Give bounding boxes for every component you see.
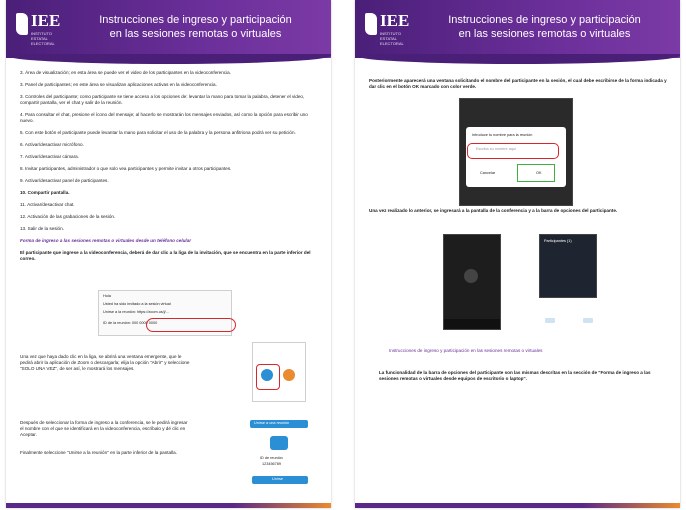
item-4: 4. Para consultar el chat, presione el í… xyxy=(20,112,308,123)
email-line: Usted ha sido invitado a la sesión virtu… xyxy=(103,302,171,306)
right-text-3: La funcionalidad de la barra de opciones… xyxy=(379,370,651,381)
page-header: IEE INSTITUTO ESTATAL ELECTORAL Instrucc… xyxy=(355,0,680,64)
step-1-text: Una vez que haya dado clic en la liga, s… xyxy=(20,354,190,371)
dialog-title: Introduce tu nombre para la reunión xyxy=(472,133,533,137)
logo-text: IEE xyxy=(31,11,61,30)
page-right: IEE INSTITUTO ESTATAL ELECTORAL Instrucc… xyxy=(355,0,680,508)
item-3: 3. Controles del participante; como part… xyxy=(20,94,305,105)
panel-title: Participantes (1) xyxy=(544,239,572,243)
page-header: IEE INSTITUTO ESTATAL ELECTORAL Instrucc… xyxy=(6,0,331,64)
participants-panel-screenshot: Participantes (1) xyxy=(539,234,597,298)
email-line: Hola xyxy=(103,294,111,298)
step-3-text: Finalmente seleccione "Unirse a la reuni… xyxy=(20,450,177,455)
join-button[interactable]: Unirse xyxy=(252,476,308,484)
join-title: Unirse a una reunión xyxy=(254,421,290,425)
logo-subtitle: INSTITUTO ESTATAL ELECTORAL xyxy=(380,31,404,46)
cancel-button[interactable]: Cancelar xyxy=(480,171,495,176)
left-content: 3. Área de visualización; en esta área s… xyxy=(20,70,318,268)
item-9: 9. Activar/desactivar panel de participa… xyxy=(20,178,109,183)
header-title: Instrucciones de ingreso y participación… xyxy=(417,13,672,41)
item-12: 12. Activación de las grabaciones de la … xyxy=(20,214,116,219)
camera-icon xyxy=(270,436,288,450)
meeting-id-value: 123456789 xyxy=(262,462,282,466)
name-field-highlight xyxy=(467,143,559,159)
join-button-label: Unirse xyxy=(272,477,283,481)
item-5: 5. Con este botón el participante puede … xyxy=(20,130,296,135)
ok-button-highlight xyxy=(517,164,555,182)
section-title: Forma de ingreso a las sesiones remotas … xyxy=(20,238,192,243)
item-2: 3. Panel de participantes; en este área … xyxy=(20,82,217,87)
meeting-id-label: ID de reunión xyxy=(260,456,283,460)
section-caption: Instrucciones de ingreso y participación… xyxy=(389,348,543,353)
item-11: 11. Activar/desactivar chat. xyxy=(20,202,75,207)
header-title: Instrucciones de ingreso y participación… xyxy=(68,13,323,41)
item-7: 7. Activar/desactivar cámara. xyxy=(20,154,79,159)
logo-mark-icon xyxy=(16,13,28,35)
join-link-highlight xyxy=(146,318,236,332)
mute-button[interactable] xyxy=(545,318,555,323)
item-13: 13. Salir de la sesión. xyxy=(20,226,64,231)
header-title-line2: en las sesiones remotas o virtuales xyxy=(109,28,282,40)
header-title-line2: en las sesiones remotas o virtuales xyxy=(458,28,631,40)
item-1: 3. Área de visualización; en esta área s… xyxy=(20,70,231,75)
right-text-2: Una vez realizado lo anterior, se ingres… xyxy=(369,208,618,213)
browser-app-icon xyxy=(283,369,295,381)
join-meeting-bar: Unirse a una reunión xyxy=(250,420,308,428)
controls-bar xyxy=(444,319,500,329)
section-intro: El participante que ingrese a la videoco… xyxy=(20,250,311,261)
logo-text: IEE xyxy=(380,11,410,30)
logo-mark-icon xyxy=(365,13,377,35)
iee-logo: IEE INSTITUTO ESTATAL ELECTORAL xyxy=(16,11,68,46)
item-6: 6. Activar/desactivar micrófono. xyxy=(20,142,84,147)
email-line: Unirse a la reunión: https://zoom.us/j/.… xyxy=(103,310,169,314)
header-title-line1: Instrucciones de ingreso y participación xyxy=(448,14,641,26)
header-title-line1: Instrucciones de ingreso y participación xyxy=(99,14,292,26)
iee-logo: IEE INSTITUTO ESTATAL ELECTORAL xyxy=(365,11,417,46)
page-footer xyxy=(6,503,331,508)
participant-avatar-icon xyxy=(464,269,478,283)
conference-screenshot xyxy=(443,234,501,330)
zoom-option-highlight xyxy=(256,364,280,390)
logo-subtitle: INSTITUTO ESTATAL ELECTORAL xyxy=(31,31,55,46)
page-left: IEE INSTITUTO ESTATAL ELECTORAL Instrucc… xyxy=(6,0,331,508)
right-intro: Posteriormente aparecerá una ventana sol… xyxy=(369,78,667,89)
page-footer xyxy=(355,503,680,508)
item-10: 10. Compartir pantalla. xyxy=(20,190,70,195)
item-8: 8. Invitar participantes, administrador … xyxy=(20,166,232,171)
step-2-text: Después de seleccionar la forma de ingre… xyxy=(20,420,188,437)
invite-button[interactable] xyxy=(583,318,593,323)
